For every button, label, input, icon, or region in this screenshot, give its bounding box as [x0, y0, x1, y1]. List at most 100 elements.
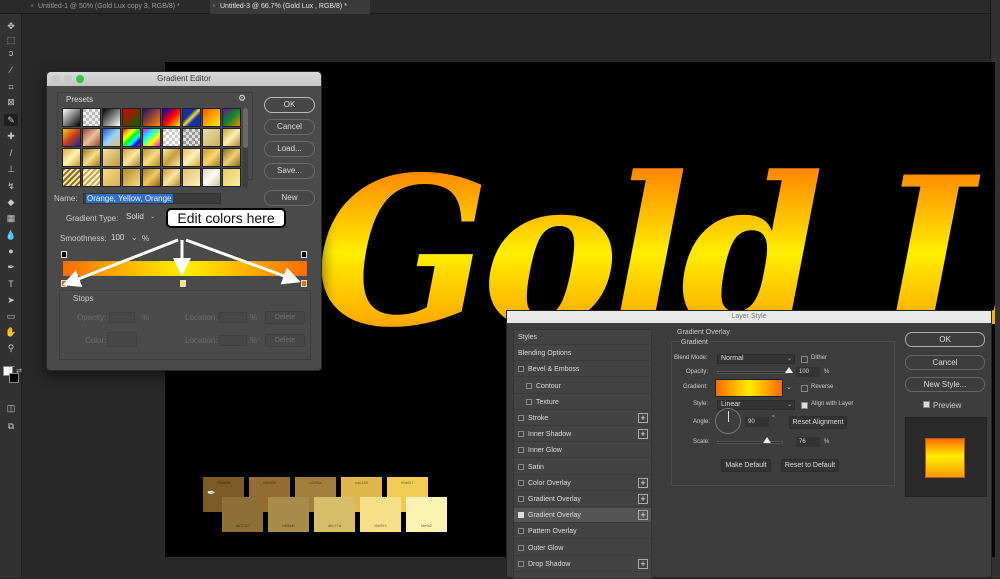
opacity-stop-right[interactable] [301, 251, 307, 258]
gradient-preset[interactable] [122, 128, 141, 147]
gradient-preset[interactable] [62, 168, 81, 187]
opacity-slider[interactable] [717, 371, 789, 374]
gradient-preset[interactable] [122, 148, 141, 167]
new-style-button[interactable]: New Style... [905, 377, 985, 392]
style-checkbox[interactable] [518, 415, 524, 421]
reset-alignment-button[interactable]: Reset Alignment [789, 416, 847, 429]
scale-slider-thumb[interactable] [763, 437, 772, 443]
gradient-preset[interactable] [162, 168, 181, 187]
load-button[interactable]: Load... [264, 141, 315, 157]
make-default-button[interactable]: Make Default [721, 459, 771, 472]
gradient-preset[interactable] [82, 128, 101, 147]
style-item[interactable]: Styles [514, 330, 651, 345]
gradient-preset[interactable] [82, 108, 101, 127]
gradient-preset[interactable] [182, 128, 201, 147]
gradient-preset[interactable] [182, 168, 201, 187]
new-button[interactable]: New [264, 190, 315, 206]
dodge-tool-icon[interactable]: ● [4, 245, 18, 257]
gradient-preset[interactable] [142, 148, 161, 167]
style-checkbox[interactable] [518, 496, 524, 502]
tab-untitled-3[interactable]: × Untitled-3 @ 66.7% (Gold Lux , RGB/8) … [210, 0, 370, 14]
ok-button[interactable]: OK [905, 332, 985, 347]
style-item[interactable]: Inner Shadow + [514, 427, 651, 443]
presets-gear-icon[interactable]: ⚙ [238, 93, 246, 104]
gradient-preset[interactable] [102, 148, 121, 167]
opacity-stop-left[interactable] [61, 251, 67, 258]
gradient-preview-bar[interactable] [63, 261, 307, 276]
style-checkbox[interactable] [518, 479, 524, 486]
move-tool-icon[interactable]: ✥ [4, 20, 18, 32]
gradient-name-input[interactable]: Orange, Yellow, Orange [83, 193, 221, 204]
blur-tool-icon[interactable]: 💧 [4, 229, 18, 241]
style-item[interactable]: Gradient Overlay + [514, 492, 651, 507]
add-effect-icon[interactable]: + [638, 429, 648, 440]
color-location-input[interactable] [219, 335, 247, 346]
gradient-preset[interactable] [142, 168, 161, 187]
gradient-tool-icon[interactable]: ▦ [4, 212, 18, 224]
history-brush-tool-icon[interactable]: ↯ [4, 180, 18, 192]
preview-checkbox[interactable] [923, 401, 930, 408]
style-item[interactable]: Outer Glow [514, 541, 651, 556]
zoom-window-icon[interactable] [76, 75, 84, 83]
gradient-preset[interactable] [62, 128, 81, 147]
scale-input[interactable]: 76 [796, 437, 820, 447]
add-effect-icon[interactable]: + [638, 413, 648, 423]
style-item[interactable]: Gradient Overlay + [514, 508, 651, 524]
gradient-preset[interactable] [162, 148, 181, 167]
eyedropper-tool-icon[interactable]: ✎ [4, 114, 18, 126]
cancel-button[interactable]: Cancel [264, 119, 315, 135]
opacity-slider-thumb[interactable] [785, 367, 793, 373]
type-tool-icon[interactable]: T [4, 278, 18, 290]
gradient-preset[interactable] [62, 148, 81, 167]
style-item[interactable]: Bevel & Emboss [514, 362, 651, 378]
gradient-preset[interactable] [102, 128, 121, 147]
gradient-preset[interactable] [202, 128, 221, 147]
style-item[interactable]: Stroke + [514, 411, 651, 426]
ok-button[interactable]: OK [264, 97, 315, 113]
hand-tool-icon[interactable]: ✋ [4, 326, 18, 338]
scale-slider[interactable] [717, 441, 783, 444]
reverse-checkbox[interactable] [801, 385, 808, 392]
cancel-button[interactable]: Cancel [905, 355, 985, 370]
gradient-preset[interactable] [62, 108, 81, 127]
color-stop-right[interactable] [301, 280, 307, 287]
style-item[interactable]: Texture [514, 395, 651, 410]
style-item[interactable]: Contour [514, 379, 651, 394]
tab-untitled-1[interactable]: × Untitled-1 @ 50% (Gold Lux copy 3, RGB… [28, 0, 220, 14]
zoom-tool-icon[interactable]: ⚲ [4, 342, 18, 354]
save-button[interactable]: Save... [264, 163, 315, 179]
gradient-preset[interactable] [222, 148, 241, 167]
gradient-type-select[interactable]: Solid ⌄ [123, 213, 157, 223]
gradient-preset[interactable] [82, 148, 101, 167]
close-window-icon[interactable] [52, 75, 60, 83]
color-stop-left[interactable] [61, 280, 67, 287]
style-checkbox[interactable] [518, 447, 524, 454]
style-checkbox[interactable] [518, 366, 524, 373]
gradient-preset[interactable] [222, 108, 241, 127]
eraser-tool-icon[interactable]: ◆ [4, 196, 18, 208]
reset-to-default-button[interactable]: Reset to Default [781, 459, 839, 472]
delete-color-stop-button[interactable]: Delete [265, 334, 305, 347]
gradient-preset[interactable] [182, 148, 201, 167]
dialog-title[interactable]: Layer Style [507, 311, 991, 323]
style-item[interactable]: Blending Options [514, 346, 651, 362]
align-with-layer-checkbox[interactable] [801, 402, 808, 409]
add-effect-icon[interactable]: + [638, 510, 648, 521]
gradient-preset[interactable] [142, 108, 161, 127]
style-checkbox[interactable] [526, 382, 532, 389]
gradient-preset[interactable] [222, 168, 241, 187]
style-checkbox[interactable] [518, 544, 524, 551]
brush-tool-icon[interactable]: / [4, 147, 18, 159]
pen-tool-icon[interactable]: ✒ [4, 261, 18, 273]
rectangle-tool-icon[interactable]: ▭ [4, 310, 18, 322]
quick-select-tool-icon[interactable]: ⁄ [4, 64, 18, 76]
dialog-titlebar[interactable]: Gradient Editor [47, 72, 321, 86]
crop-tool-icon[interactable]: ⌗ [4, 81, 18, 93]
color-stop-middle[interactable] [180, 280, 186, 287]
minimize-window-icon[interactable] [64, 75, 72, 83]
screen-mode-icon[interactable]: ⧉ [4, 420, 18, 432]
gradient-picker[interactable] [715, 379, 783, 397]
style-item[interactable]: Satin [514, 460, 651, 475]
style-checkbox[interactable] [518, 463, 524, 470]
gradient-preset[interactable] [202, 108, 221, 127]
